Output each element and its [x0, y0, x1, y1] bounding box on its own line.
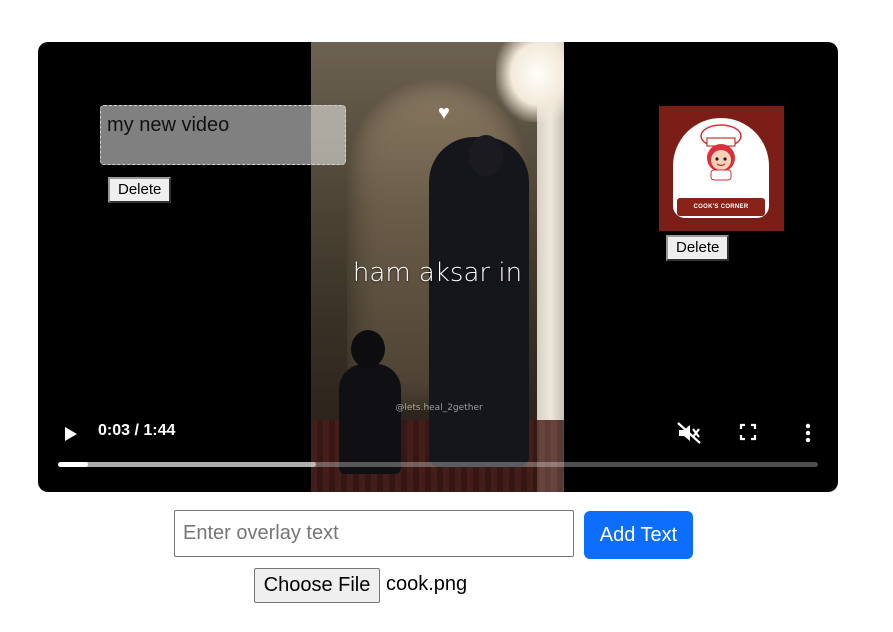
video-controls: 0:03 / 1:44	[38, 412, 838, 492]
light-fixture	[496, 42, 564, 122]
delete-text-overlay-button[interactable]: Delete	[108, 177, 172, 203]
standing-person-head	[469, 135, 503, 177]
heart-icon: ♥	[438, 102, 450, 124]
logo-label: COOK'S CORNER	[677, 198, 765, 216]
selected-file-name: cook.png	[386, 573, 468, 595]
time-display: 0:03 / 1:44	[98, 422, 176, 439]
chef-icon	[700, 124, 742, 181]
more-vertical-icon[interactable]	[800, 421, 816, 445]
text-overlay-box[interactable]: my new video	[100, 105, 346, 165]
progress-bar[interactable]	[58, 462, 818, 467]
video-player[interactable]: ♥ ham aksar in @lets.heal_2gether my new…	[38, 42, 838, 492]
volume-muted-icon[interactable]	[676, 421, 702, 445]
play-icon[interactable]	[60, 424, 80, 444]
overlay-text-input[interactable]	[174, 510, 574, 557]
progress-buffered	[58, 462, 317, 467]
choose-file-button[interactable]: Choose File	[254, 568, 380, 603]
add-text-button[interactable]: Add Text	[584, 511, 693, 559]
video-caption: ham aksar in	[352, 258, 523, 288]
delete-image-overlay-button[interactable]: Delete	[666, 235, 730, 261]
progress-played	[58, 462, 89, 467]
image-overlay-logo[interactable]: COOK'S CORNER	[659, 106, 784, 231]
child-head	[351, 330, 385, 368]
fullscreen-icon[interactable]	[738, 422, 758, 442]
